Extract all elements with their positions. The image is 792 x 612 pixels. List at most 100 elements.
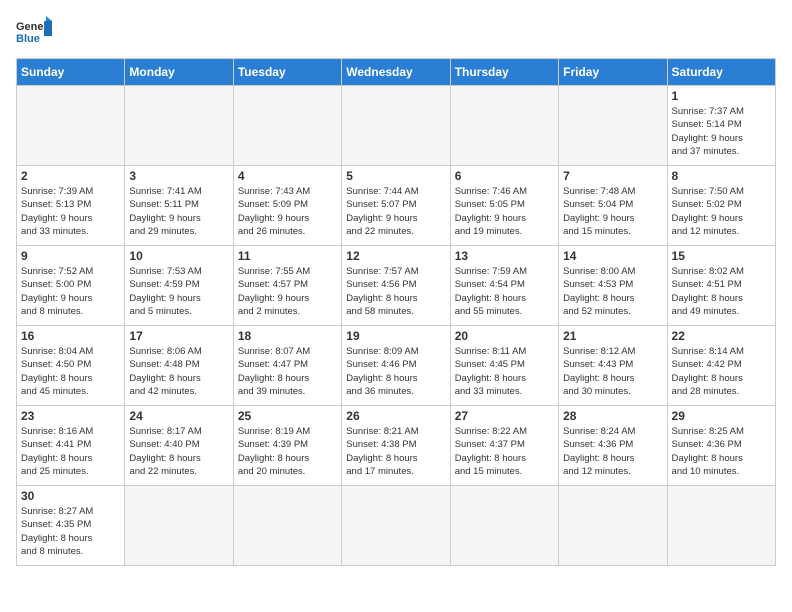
calendar-cell: 13Sunrise: 7:59 AM Sunset: 4:54 PM Dayli… [450, 246, 558, 326]
day-info: Sunrise: 7:52 AM Sunset: 5:00 PM Dayligh… [21, 265, 120, 318]
day-number: 3 [129, 169, 228, 183]
day-number: 30 [21, 489, 120, 503]
calendar-cell: 21 Sunrise: 8:12 AM Sunset: 4:43 PM Dayli… [559, 326, 667, 406]
calendar-cell [233, 486, 341, 566]
day-info: Sunrise: 8:14 AM Sunset: 4:42 PM Dayligh… [672, 345, 771, 398]
calendar-cell [233, 86, 341, 166]
day-info: Sunrise: 8:00 AM Sunset: 4:53 PM Dayligh… [563, 265, 662, 318]
day-info: Sunrise: 8:06 AM Sunset: 4:48 PM Dayligh… [129, 345, 228, 398]
day-info: Sunrise: 8:02 AM Sunset: 4:51 PM Dayligh… [672, 265, 771, 318]
weekday-header-monday: Monday [125, 59, 233, 86]
day-number: 21 [563, 329, 662, 343]
day-number: 15 [672, 249, 771, 263]
calendar-cell: 7 Sunrise: 7:48 AM Sunset: 5:04 PM Daylig… [559, 166, 667, 246]
day-info: Sunrise: 8:12 AM Sunset: 4:43 PM Dayligh… [563, 345, 662, 398]
day-info: Sunrise: 7:37 AM Sunset: 5:14 PM Dayligh… [672, 105, 771, 158]
logo: General Blue [16, 16, 52, 46]
day-info: Sunrise: 8:04 AM Sunset: 4:50 PM Dayligh… [21, 345, 120, 398]
day-info: Sunrise: 8:11 AM Sunset: 4:45 PM Dayligh… [455, 345, 554, 398]
calendar-table: SundayMondayTuesdayWednesdayThursdayFrid… [16, 58, 776, 566]
calendar-week-5: 23 Sunrise: 8:16 AM Sunset: 4:41 PM Dayli… [17, 406, 776, 486]
day-info: Sunrise: 8:19 AM Sunset: 4:39 PM Dayligh… [238, 425, 337, 478]
day-info: Sunrise: 8:24 AM Sunset: 4:36 PM Dayligh… [563, 425, 662, 478]
day-number: 6 [455, 169, 554, 183]
day-number: 7 [563, 169, 662, 183]
calendar-cell: 12 Sunrise: 7:57 AM Sunset: 4:56 PM Dayli… [342, 246, 450, 326]
weekday-header-thursday: Thursday [450, 59, 558, 86]
day-info: Sunrise: 8:25 AM Sunset: 4:36 PM Dayligh… [672, 425, 771, 478]
calendar-cell: 19 Sunrise: 8:09 AM Sunset: 4:46 PM Dayli… [342, 326, 450, 406]
calendar-cell: 15 Sunrise: 8:02 AM Sunset: 4:51 PM Dayli… [667, 246, 775, 326]
day-info: Sunrise: 7:46 AM Sunset: 5:05 PM Dayligh… [455, 185, 554, 238]
calendar-cell: 25 Sunrise: 8:19 AM Sunset: 4:39 PM Dayli… [233, 406, 341, 486]
page-header: General Blue [16, 16, 776, 46]
calendar-cell [342, 486, 450, 566]
day-number: 27 [455, 409, 554, 423]
weekday-header-saturday: Saturday [667, 59, 775, 86]
calendar-cell: 14 Sunrise: 8:00 AM Sunset: 4:53 PM Dayli… [559, 246, 667, 326]
day-number: 24 [129, 409, 228, 423]
day-number: 23 [21, 409, 120, 423]
day-info: Sunrise: 7:50 AM Sunset: 5:02 PM Dayligh… [672, 185, 771, 238]
day-number: 8 [672, 169, 771, 183]
day-number: 2 [21, 169, 120, 183]
day-info: Sunrise: 8:17 AM Sunset: 4:40 PM Dayligh… [129, 425, 228, 478]
calendar-cell: 4Sunrise: 7:43 AM Sunset: 5:09 PM Daylig… [233, 166, 341, 246]
day-number: 28 [563, 409, 662, 423]
day-number: 1 [672, 89, 771, 103]
day-number: 19 [346, 329, 445, 343]
day-number: 13 [455, 249, 554, 263]
day-info: Sunrise: 8:22 AM Sunset: 4:37 PM Dayligh… [455, 425, 554, 478]
calendar-cell [125, 86, 233, 166]
calendar-cell: 11 Sunrise: 7:55 AM Sunset: 4:57 PM Dayli… [233, 246, 341, 326]
calendar-cell: 24 Sunrise: 8:17 AM Sunset: 4:40 PM Dayli… [125, 406, 233, 486]
day-info: Sunrise: 7:43 AM Sunset: 5:09 PM Dayligh… [238, 185, 337, 238]
day-info: Sunrise: 8:16 AM Sunset: 4:41 PM Dayligh… [21, 425, 120, 478]
calendar-cell: 5Sunrise: 7:44 AM Sunset: 5:07 PM Daylig… [342, 166, 450, 246]
day-info: Sunrise: 8:21 AM Sunset: 4:38 PM Dayligh… [346, 425, 445, 478]
calendar-cell: 27 Sunrise: 8:22 AM Sunset: 4:37 PM Dayli… [450, 406, 558, 486]
day-info: Sunrise: 8:27 AM Sunset: 4:35 PM Dayligh… [21, 505, 120, 558]
calendar-week-2: 2 Sunrise: 7:39 AM Sunset: 5:13 PM Daylig… [17, 166, 776, 246]
calendar-cell: 17 Sunrise: 8:06 AM Sunset: 4:48 PM Dayli… [125, 326, 233, 406]
calendar-cell: 20 Sunrise: 8:11 AM Sunset: 4:45 PM Dayli… [450, 326, 558, 406]
day-info: Sunrise: 7:53 AM Sunset: 4:59 PM Dayligh… [129, 265, 228, 318]
calendar-cell [17, 86, 125, 166]
day-info: Sunrise: 7:55 AM Sunset: 4:57 PM Dayligh… [238, 265, 337, 318]
calendar-cell: 9Sunrise: 7:52 AM Sunset: 5:00 PM Daylig… [17, 246, 125, 326]
calendar-cell: 1 Sunrise: 7:37 AM Sunset: 5:14 PM Daylig… [667, 86, 775, 166]
calendar-cell [342, 86, 450, 166]
calendar-cell: 10 Sunrise: 7:53 AM Sunset: 4:59 PM Dayli… [125, 246, 233, 326]
day-info: Sunrise: 7:44 AM Sunset: 5:07 PM Dayligh… [346, 185, 445, 238]
day-number: 17 [129, 329, 228, 343]
day-number: 16 [21, 329, 120, 343]
day-number: 11 [238, 249, 337, 263]
day-number: 29 [672, 409, 771, 423]
calendar-cell: 26Sunrise: 8:21 AM Sunset: 4:38 PM Dayli… [342, 406, 450, 486]
calendar-cell [559, 486, 667, 566]
day-info: Sunrise: 7:39 AM Sunset: 5:13 PM Dayligh… [21, 185, 120, 238]
day-info: Sunrise: 8:09 AM Sunset: 4:46 PM Dayligh… [346, 345, 445, 398]
weekday-header-friday: Friday [559, 59, 667, 86]
day-number: 12 [346, 249, 445, 263]
calendar-cell [559, 86, 667, 166]
calendar-cell: 8 Sunrise: 7:50 AM Sunset: 5:02 PM Daylig… [667, 166, 775, 246]
calendar-week-1: 1 Sunrise: 7:37 AM Sunset: 5:14 PM Daylig… [17, 86, 776, 166]
calendar-cell: 3 Sunrise: 7:41 AM Sunset: 5:11 PM Daylig… [125, 166, 233, 246]
calendar-cell: 30 Sunrise: 8:27 AM Sunset: 4:35 PM Dayli… [17, 486, 125, 566]
calendar-cell: 16 Sunrise: 8:04 AM Sunset: 4:50 PM Dayli… [17, 326, 125, 406]
day-info: Sunrise: 7:48 AM Sunset: 5:04 PM Dayligh… [563, 185, 662, 238]
calendar-cell: 2 Sunrise: 7:39 AM Sunset: 5:13 PM Daylig… [17, 166, 125, 246]
day-number: 14 [563, 249, 662, 263]
weekday-header-tuesday: Tuesday [233, 59, 341, 86]
day-number: 20 [455, 329, 554, 343]
day-info: Sunrise: 7:57 AM Sunset: 4:56 PM Dayligh… [346, 265, 445, 318]
day-number: 18 [238, 329, 337, 343]
day-number: 10 [129, 249, 228, 263]
calendar-cell [125, 486, 233, 566]
logo-icon: General Blue [16, 16, 52, 46]
weekday-header-row: SundayMondayTuesdayWednesdayThursdayFrid… [17, 59, 776, 86]
day-number: 25 [238, 409, 337, 423]
calendar-cell [667, 486, 775, 566]
day-info: Sunrise: 7:41 AM Sunset: 5:11 PM Dayligh… [129, 185, 228, 238]
